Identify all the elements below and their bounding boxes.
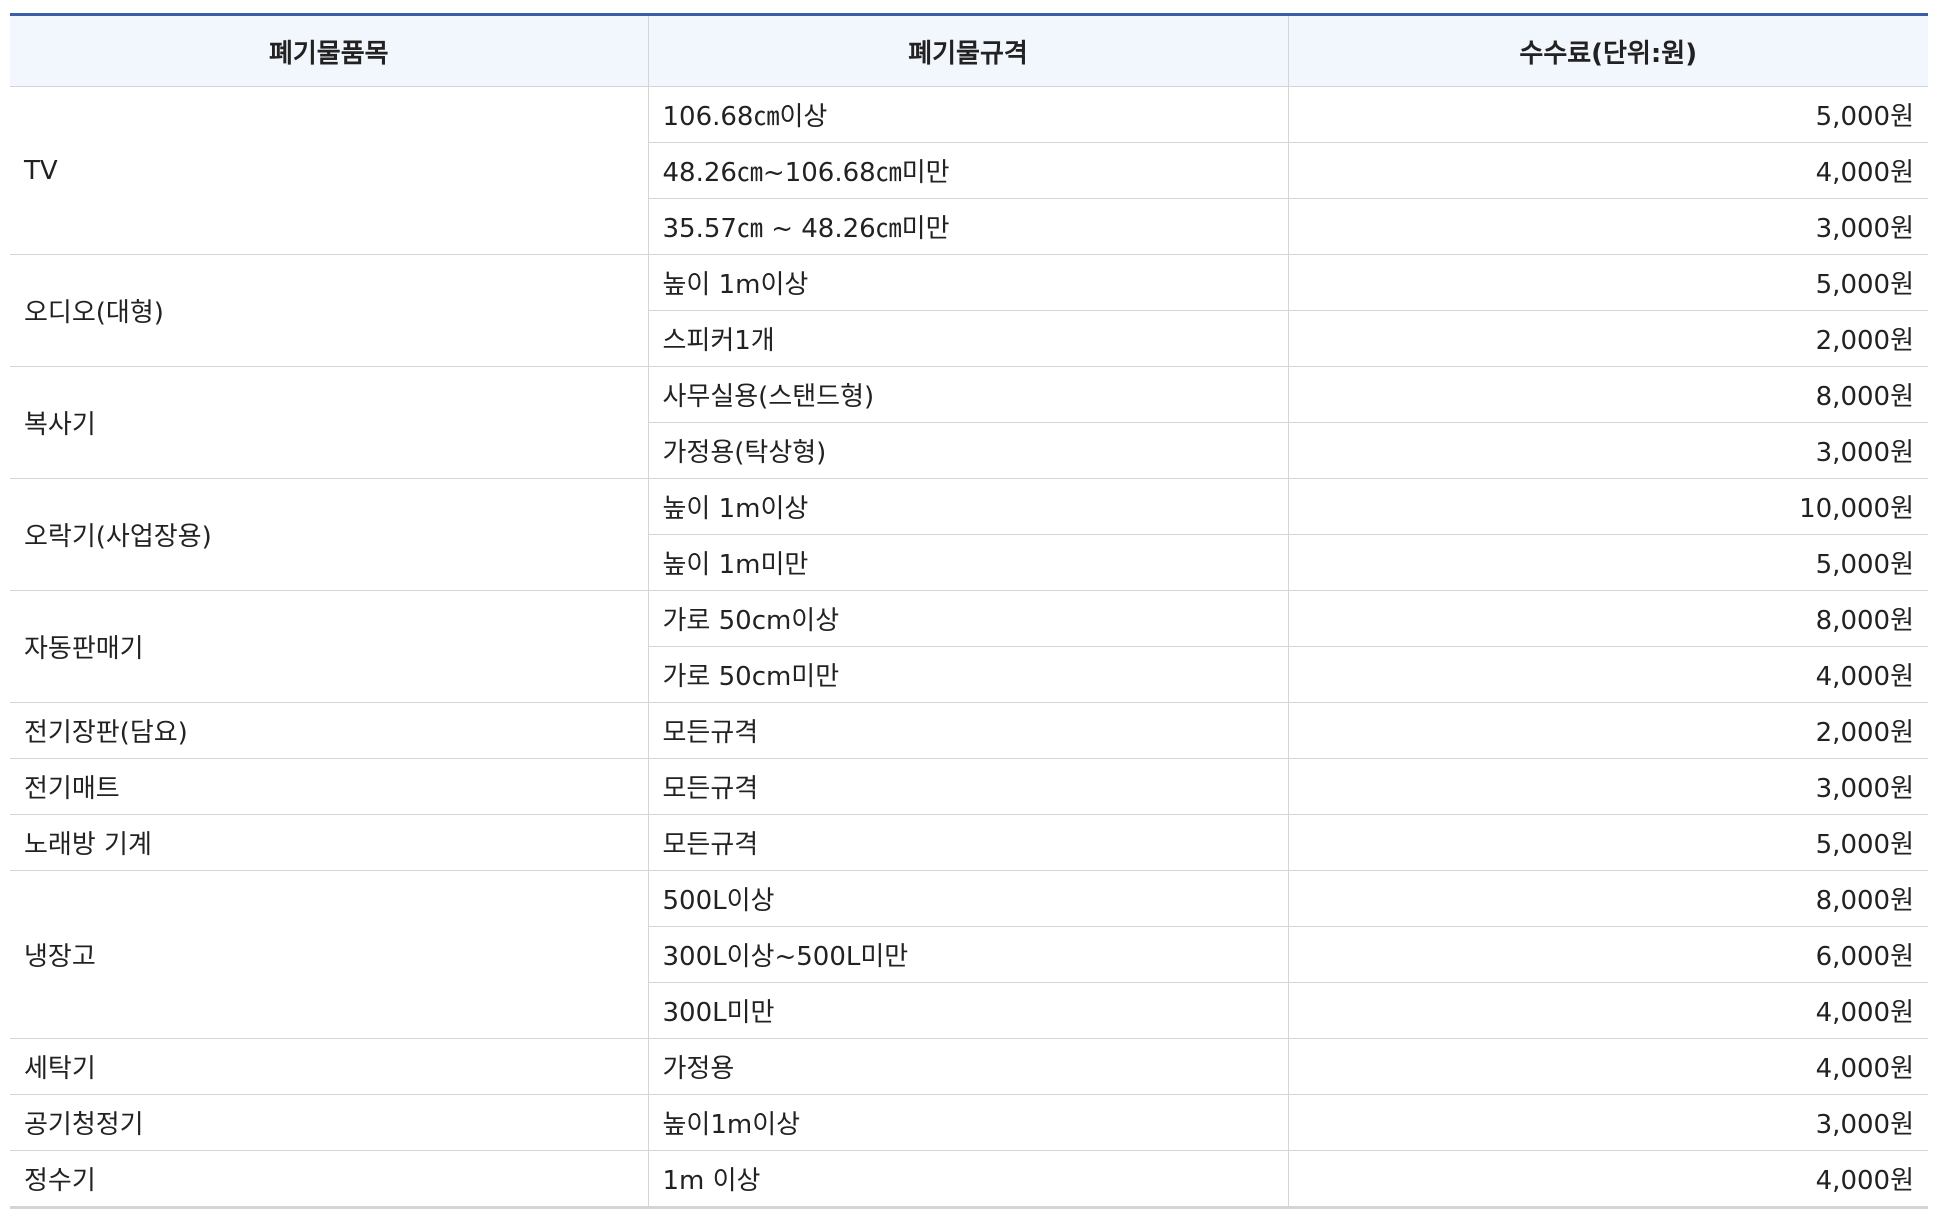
item-cell: 복사기: [10, 366, 649, 479]
table-row: 정수기 1m 이상 4,000원: [10, 1150, 1928, 1208]
item-cell: 정수기: [10, 1150, 649, 1208]
spec-cell: 높이1m이상: [647, 1094, 1289, 1151]
item-cell: TV: [10, 86, 649, 255]
spec-cell: 높이 1m미만: [648, 534, 1289, 591]
header-item: 폐기물품목: [10, 14, 649, 87]
fee-cell: 8,000원: [1287, 870, 1928, 927]
fee-cell: 4,000원: [1287, 646, 1928, 703]
table-row: 세탁기 가정용 4,000원: [10, 1038, 1928, 1095]
spec-cell: 모든규격: [647, 758, 1289, 815]
spec-cell: 1m 이상: [647, 1150, 1289, 1208]
fee-cell: 6,000원: [1287, 926, 1928, 983]
item-cell: 오디오(대형): [10, 254, 649, 367]
fee-cell: 3,000원: [1287, 422, 1928, 479]
fee-cell: 4,000원: [1287, 982, 1928, 1039]
spec-cell: 높이 1m이상: [647, 478, 1289, 535]
spec-cell: 가정용(탁상형): [648, 422, 1289, 479]
fee-cell: 5,000원: [1287, 254, 1928, 311]
table-row: 복사기 사무실용(스탠드형) 8,000원: [10, 366, 1928, 479]
fee-cell: 5,000원: [1287, 86, 1928, 143]
spec-cell: 높이 1m이상: [647, 254, 1289, 311]
table-body: TV 106.68㎝이상 5,000원 48.26㎝~106.68㎝미만 4,000원 3…: [10, 86, 1928, 1208]
fee-cell: 2,000원: [1287, 702, 1928, 759]
item-cell: 전기장판(담요): [10, 702, 649, 759]
fee-cell: 2,000원: [1287, 310, 1928, 367]
fee-cell: 3,000원: [1287, 198, 1928, 255]
table-header: 폐기물품목 폐기물규격 수수료(단위:원): [10, 14, 1928, 87]
fee-cell: 10,000원: [1287, 478, 1928, 535]
table-row: 자동판매기 가로 50cm이상 8,000원: [10, 590, 1928, 703]
item-cell: 자동판매기: [10, 590, 649, 703]
item-cell: 공기청정기: [10, 1094, 649, 1151]
spec-cell: 300L이상~500L미만: [648, 926, 1289, 983]
table-row: 냉장고 500L이상 8,000원: [10, 870, 1928, 1039]
spec-cell: 가로 50cm이상: [647, 590, 1289, 647]
fee-cell: 8,000원: [1287, 590, 1928, 647]
table-row: 오디오(대형) 높이 1m이상 5,000원: [10, 254, 1928, 367]
fee-cell: 4,000원: [1287, 1038, 1928, 1095]
table-row: TV 106.68㎝이상 5,000원: [10, 86, 1928, 255]
fee-cell: 5,000원: [1287, 534, 1928, 591]
table-row: 공기청정기 높이1m이상 3,000원: [10, 1094, 1928, 1151]
spec-cell: 500L이상: [647, 870, 1289, 927]
table-row: 전기장판(담요) 모든규격 2,000원: [10, 702, 1928, 759]
item-cell: 냉장고: [10, 870, 649, 1039]
header-spec: 폐기물규격: [647, 14, 1289, 87]
spec-cell: 스피커1개: [648, 310, 1289, 367]
spec-cell: 모든규격: [647, 702, 1289, 759]
header-row: 폐기물품목 폐기물규격 수수료(단위:원): [10, 14, 1928, 87]
item-cell: 오락기(사업장용): [10, 478, 649, 591]
table-row: 오락기(사업장용) 높이 1m이상 10,000원: [10, 478, 1928, 591]
fee-cell: 8,000원: [1287, 366, 1928, 423]
spec-cell: 사무실용(스탠드형): [647, 366, 1289, 423]
header-fee: 수수료(단위:원): [1287, 14, 1928, 87]
waste-fee-table: 폐기물품목 폐기물규격 수수료(단위:원) TV 106.68㎝이상 5,000원 4…: [10, 13, 1928, 1209]
item-cell: 세탁기: [10, 1038, 649, 1095]
fee-cell: 4,000원: [1287, 142, 1928, 199]
spec-cell: 106.68㎝이상: [647, 86, 1289, 143]
spec-cell: 모든규격: [647, 814, 1289, 871]
fee-cell: 3,000원: [1287, 758, 1928, 815]
table-row: 노래방 기계 모든규격 5,000원: [10, 814, 1928, 871]
fee-cell: 3,000원: [1287, 1094, 1928, 1151]
table-row: 전기매트 모든규격 3,000원: [10, 758, 1928, 815]
spec-cell: 가로 50cm미만: [648, 646, 1289, 703]
fee-cell: 5,000원: [1287, 814, 1928, 871]
spec-cell: 가정용: [647, 1038, 1289, 1095]
spec-cell: 48.26㎝~106.68㎝미만: [648, 142, 1289, 199]
fee-table-container: 폐기물품목 폐기물규격 수수료(단위:원) TV 106.68㎝이상 5,000원 4…: [10, 13, 1928, 1209]
spec-cell: 300L미만: [648, 982, 1289, 1039]
item-cell: 전기매트: [10, 758, 649, 815]
spec-cell: 35.57㎝ ~ 48.26㎝미만: [648, 198, 1289, 255]
fee-cell: 4,000원: [1287, 1150, 1928, 1208]
item-cell: 노래방 기계: [10, 814, 649, 871]
